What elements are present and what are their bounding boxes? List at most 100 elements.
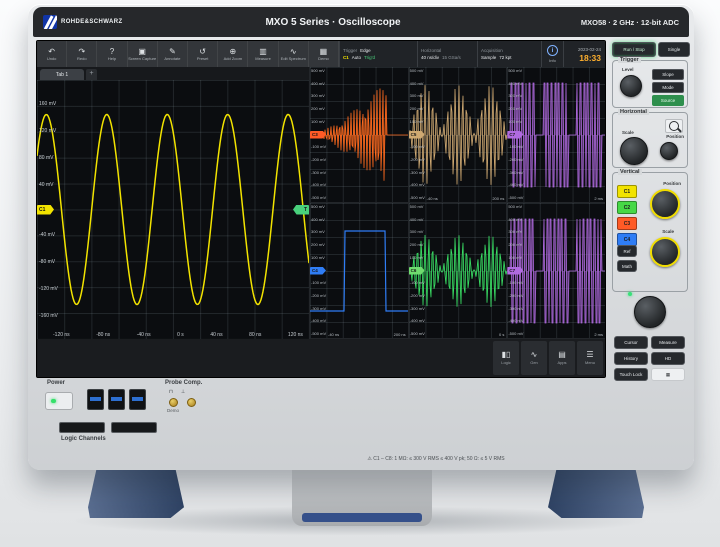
mini-diagram-c3[interactable]: 500 mV400 mV300 mV200 mV100 mV0 V-100 mV… — [309, 67, 408, 203]
waveform-c1 — [37, 80, 309, 339]
trigger-key[interactable]: Slope — [652, 69, 684, 80]
add-tab-button[interactable]: + — [86, 69, 97, 80]
axis-label: 200 mV — [410, 107, 425, 111]
ref-button[interactable]: Ref — [617, 245, 637, 257]
toolbar-button[interactable]: ▣ Screen Capture — [128, 41, 158, 67]
mini-diagram-c4[interactable]: 500 mV400 mV300 mV200 mV100 mV0 V-100 mV… — [309, 203, 408, 339]
status-acquisition[interactable]: Acquisition Sample 72 kpt — [477, 41, 541, 67]
single-button[interactable]: Single — [658, 42, 690, 57]
power-button[interactable] — [45, 392, 73, 410]
mini-diagram-c7-top[interactable]: 500 mV400 mV300 mV200 mV100 mV0 V-100 mV… — [506, 67, 605, 203]
axis-label: 200 mV — [311, 107, 326, 111]
axis-label: -500 mV — [311, 196, 326, 200]
toolbar-button[interactable]: ✎ Annotate — [158, 41, 188, 67]
axis-label: 300 mV — [508, 94, 523, 98]
function-key[interactable]: History — [614, 352, 648, 365]
position-label: Position — [666, 134, 684, 139]
tile-label: Logic — [501, 360, 511, 365]
zoom-button[interactable] — [665, 119, 683, 133]
tile-label: Apps — [557, 360, 566, 365]
trigger-title: Trigger — [343, 48, 357, 53]
function-key[interactable]: Measure — [651, 336, 685, 349]
toolbar-icon: ↷ — [78, 48, 85, 56]
toolbar-icon: ⊕ — [229, 48, 236, 56]
sidebar-tile[interactable]: ▮▯ Logic — [493, 341, 519, 375]
warning-text: C1 – C8: 1 MΩ: ≤ 300 V RMS ≤ 400 V pk; 5… — [373, 456, 504, 462]
function-key[interactable]: Cursor — [614, 336, 648, 349]
toolbar-button[interactable]: ∿ Edit Spectrum — [279, 41, 309, 67]
logic-connectors — [59, 422, 157, 433]
trigger-source: C1 — [343, 55, 349, 60]
status-clock[interactable]: 2023-02-24 18:33 — [563, 41, 605, 67]
toolbar-label: Annotate — [164, 57, 180, 61]
toolbar-button[interactable]: ↶ Undo — [37, 41, 67, 67]
toolbar-icon: ∿ — [290, 48, 297, 56]
mini-diagram-c5[interactable]: 500 mV400 mV300 mV200 mV100 mV0 V-100 mV… — [408, 67, 507, 203]
horizontal-section-title: Horizontal — [618, 109, 649, 115]
trigger-key[interactable]: Mode — [652, 82, 684, 93]
sidebar-tile[interactable]: ∿ Gen — [521, 341, 547, 375]
function-key[interactable]: HD — [651, 352, 685, 365]
magnifier-icon — [669, 121, 679, 131]
toolbar: ↶ Undo ↷ Redo ? Help ▣ Screen Capture — [37, 41, 339, 68]
tile-icon: ▤ — [558, 351, 566, 359]
axis-label: -400 mV — [410, 183, 425, 187]
status-info[interactable]: i Info — [541, 41, 563, 67]
axis-label: -500 mV — [508, 332, 523, 336]
toolbar-button[interactable]: ▥ Measure — [248, 41, 278, 67]
toolbar-button[interactable]: ↺ Preset — [188, 41, 218, 67]
mini-diagram-c6[interactable]: 500 mV400 mV300 mV200 mV100 mV0 V-100 mV… — [408, 203, 507, 339]
axis-label: 100 mV — [508, 120, 523, 124]
status-horizontal[interactable]: Horizontal 40 ns/div 15 GSa/s — [417, 41, 477, 67]
connector-panel: Power Probe Comp. ⊓ ⊥ Demo Logic Channel… — [33, 376, 689, 468]
toolbar-label: Demo — [318, 57, 329, 61]
info-icon: i — [547, 45, 558, 56]
trigger-section: Trigger Level SlopeModeSource — [612, 60, 688, 108]
toolbar-button[interactable]: ▦ Demo — [309, 41, 339, 67]
axis-label: 200 mV — [311, 243, 326, 247]
ref-math-keys: Ref Math — [617, 245, 637, 272]
model-badge: MXO58 · 2 GHz · 12-bit ADC — [581, 18, 679, 27]
left-foot — [88, 464, 184, 518]
axis-label: -100 mV — [410, 145, 425, 149]
channel-key[interactable]: C1 — [617, 185, 637, 198]
axis-label: 200 mV — [508, 243, 523, 247]
axis-label: 0 s — [177, 332, 184, 338]
vertical-scale-knob[interactable] — [650, 237, 680, 267]
ground-symbol: ⊥ — [181, 389, 185, 395]
acquisition-title: Acquisition — [481, 48, 503, 53]
sidebar-tile[interactable]: ▤ Apps — [549, 341, 575, 375]
axis-label: -120 ns — [53, 332, 70, 338]
square-wave-symbol: ⊓ — [169, 389, 173, 395]
toolbar-icon: ▣ — [138, 48, 146, 56]
status-trigger[interactable]: Trigger Edge C1 Auto Trig'd — [339, 41, 417, 67]
run-stop-button[interactable]: Run / Stop — [612, 42, 656, 57]
axis-label: 500 mV — [410, 205, 425, 209]
axis-label: -500 mV — [410, 332, 425, 336]
trigger-key[interactable]: Source — [652, 95, 684, 106]
axis-label: -300 mV — [508, 171, 523, 175]
axis-label: -100 mV — [410, 281, 425, 285]
axis-label: -200 mV — [410, 158, 425, 162]
main-diagram-c1[interactable]: 160 mV120 mV80 mV40 mV-40 mV-80 mV-120 m… — [37, 80, 309, 339]
channel-key[interactable]: C2 — [617, 201, 637, 214]
toolbar-button[interactable]: ? Help — [97, 41, 127, 67]
vertical-position-knob[interactable] — [650, 189, 680, 219]
probe-comp-label: Probe Comp. — [165, 380, 202, 386]
toolbar-button[interactable]: ⊕ Add Zoom — [218, 41, 248, 67]
channel-key[interactable]: C3 — [617, 217, 637, 230]
sidebar-tile[interactable]: ☰ Menu — [577, 341, 603, 375]
screen-title: MXO 5 Series · Oscilloscope — [203, 17, 463, 28]
horizontal-position-knob[interactable] — [660, 142, 678, 160]
axis-label: -200 mV — [311, 158, 326, 162]
horizontal-scale-knob[interactable] — [620, 137, 648, 165]
mini-diagram-c7-bottom[interactable]: 500 mV400 mV300 mV200 mV100 mV0 V-100 mV… — [506, 203, 605, 339]
math-button[interactable]: Math — [617, 260, 637, 272]
axis-label: -40 ns — [427, 196, 438, 201]
toolbar-button[interactable]: ↷ Redo — [67, 41, 97, 67]
channel-keys: C1C2C3C4 — [617, 185, 637, 246]
multiuse-knob[interactable] — [634, 296, 666, 328]
axis-label: 100 mV — [410, 120, 425, 124]
tab-1[interactable]: Tab 1 — [40, 69, 84, 80]
trigger-level-knob[interactable] — [620, 75, 642, 97]
